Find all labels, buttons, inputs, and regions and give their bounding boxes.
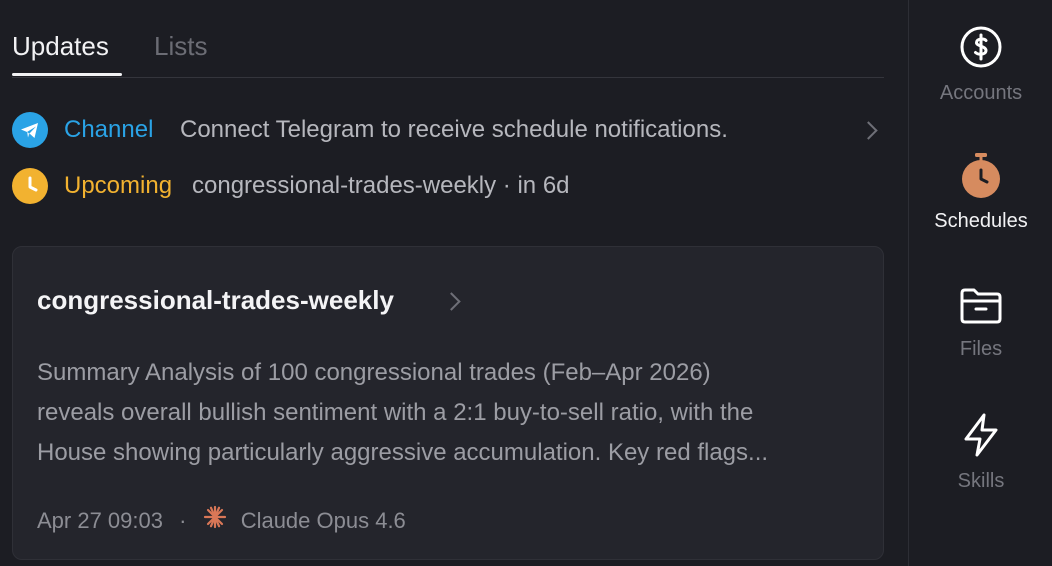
upcoming-notice[interactable]: Upcoming congressional-trades-weekly · i… [12,168,884,204]
rail-label-files: Files [959,338,1003,360]
claude-spark-icon [203,505,227,538]
rail-label-skills: Skills [957,470,1005,492]
folder-icon [960,288,1002,324]
stopwatch-icon [962,153,1000,198]
telegram-icon [12,112,48,148]
tab-bar: Updates Lists [12,0,884,78]
card-summary: Summary Analysis of 100 congressional tr… [37,353,857,473]
card-title[interactable]: congressional-trades-weekly [37,283,394,317]
channel-message: Connect Telegram to receive schedule not… [180,116,728,143]
model-name: Claude Opus 4.6 [240,508,406,534]
rail-label-accounts: Accounts [939,82,1023,104]
summary-line: Summary Analysis of 100 congressional tr… [37,359,711,386]
clock-icon [12,168,48,204]
rail-item-files[interactable]: Files [909,286,1052,362]
upcoming-label: Upcoming [64,172,173,199]
rail-label-schedules: Schedules [934,210,1028,232]
card-meta: Apr 27 09:03 · Claude Opus 4.6 [37,504,406,538]
meta-separator: · [179,508,187,534]
rail-item-skills[interactable]: Skills [909,412,1052,494]
channel-notice[interactable]: Channel Connect Telegram to receive sche… [12,112,884,148]
tab-updates[interactable]: Updates [12,30,109,62]
summary-line: reveals overall bullish sentiment with a… [37,399,754,426]
rail-item-schedules[interactable]: Schedules [909,152,1052,234]
schedule-result-card[interactable]: congressional-trades-weekly Summary Anal… [12,246,884,560]
summary-line: House showing particularly aggressive ac… [37,439,769,466]
chevron-right-icon[interactable] [859,121,878,140]
rail-item-accounts[interactable]: Accounts [909,24,1052,106]
lightning-icon [964,413,998,457]
tab-lists[interactable]: Lists [154,30,207,62]
right-nav-rail: Accounts Schedules Files Skills [908,0,1052,566]
dollar-circle-icon [960,26,1002,68]
chevron-right-icon[interactable] [442,292,461,311]
updates-panel: Updates Lists Channel Connect Telegram t… [0,0,908,566]
upcoming-message: congressional-trades-weekly · in 6d [192,172,570,199]
channel-label: Channel [64,116,154,143]
active-tab-indicator [12,73,122,76]
card-timestamp: Apr 27 09:03 [37,508,163,534]
